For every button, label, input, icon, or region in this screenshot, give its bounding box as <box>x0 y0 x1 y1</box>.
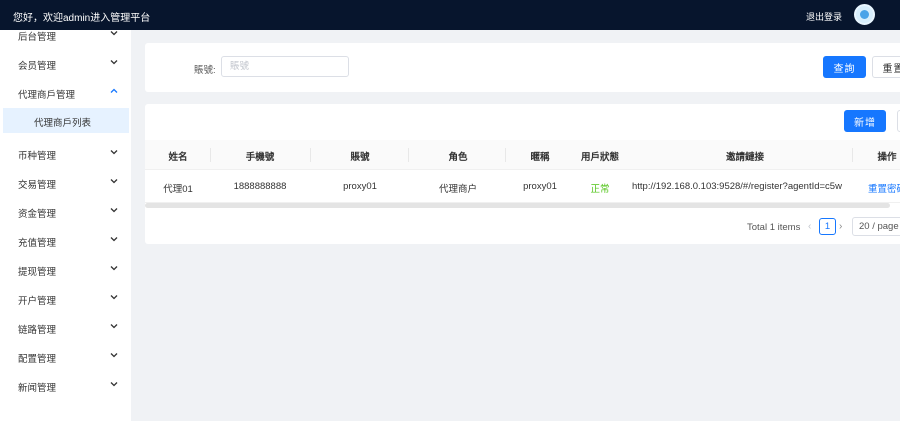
column-header-nickname: 暱稱 <box>530 152 550 163</box>
page-size-select[interactable]: 20 / page <box>852 217 900 236</box>
sidebar-item-members[interactable]: 会员管理 <box>0 52 131 76</box>
table-header: 姓名 手機號 賬號 角色 暱稱 用戶狀態 邀請鏈接 操作 <box>145 140 900 170</box>
cell-account: proxy01 <box>343 181 377 192</box>
sidebar-item-label: 链路管理 <box>18 325 57 336</box>
submenu-item-agent-list[interactable]: 代理商戶列表 <box>3 108 129 133</box>
add-button[interactable]: 新增 <box>844 110 886 132</box>
pagination-current-page[interactable]: 1 <box>819 218 836 235</box>
sidebar-item-label: 充值管理 <box>18 238 57 249</box>
chevron-down-icon <box>110 58 118 66</box>
pagination-total: Total 1 items <box>747 222 801 233</box>
table-row: 代理01 1888888888 proxy01 代理商户 proxy01 正常 … <box>145 171 900 203</box>
sidebar-item-account-open[interactable]: 开户管理 <box>0 287 131 311</box>
top-header-bar: 您好，欢迎admin进入管理平台 退出登录 <box>0 0 900 30</box>
sidebar-item-label: 配置管理 <box>18 354 57 365</box>
sidebar-item-label: 提现管理 <box>18 267 57 278</box>
chevron-down-icon <box>110 351 118 359</box>
sidebar-item-agents[interactable]: 代理商戶管理 <box>0 81 131 105</box>
sidebar-item-label: 会员管理 <box>18 61 57 72</box>
sidebar-item-currency[interactable]: 币种管理 <box>0 142 131 166</box>
column-header-action: 操作 <box>877 152 897 163</box>
sidebar-item-funds[interactable]: 资金管理 <box>0 200 131 224</box>
column-header-name: 姓名 <box>168 152 188 163</box>
cell-nickname: proxy01 <box>523 181 557 192</box>
chevron-down-icon <box>110 206 118 214</box>
sidebar-item-label: 开户管理 <box>18 296 57 307</box>
account-search-input[interactable] <box>221 56 349 77</box>
chevron-down-icon <box>110 177 118 185</box>
horizontal-scrollbar[interactable] <box>145 203 890 208</box>
welcome-message: 您好，欢迎admin进入管理平台 <box>13 13 151 24</box>
column-header-invite-link: 邀請鏈接 <box>725 152 764 163</box>
sidebar-item-backend[interactable]: 后台管理 <box>0 23 131 47</box>
cell-invite-link: http://192.168.0.103:9528/#/register?age… <box>632 181 842 192</box>
chevron-down-icon <box>110 29 118 37</box>
sidebar-item-config[interactable]: 配置管理 <box>0 345 131 369</box>
chevron-down-icon <box>110 235 118 243</box>
sidebar-item-recharge[interactable]: 充值管理 <box>0 229 131 253</box>
chevron-left-icon[interactable]: ‹ <box>808 221 818 233</box>
sidebar-item-links[interactable]: 链路管理 <box>0 316 131 340</box>
sidebar-item-label: 币种管理 <box>18 151 57 162</box>
sidebar-item-label: 交易管理 <box>18 180 57 191</box>
column-divider <box>852 148 853 162</box>
chevron-down-icon <box>110 322 118 330</box>
column-divider <box>310 148 311 162</box>
chevron-down-icon <box>110 264 118 272</box>
column-divider <box>505 148 506 162</box>
column-header-account: 賬號 <box>350 152 370 163</box>
cell-role: 代理商户 <box>438 184 477 195</box>
query-button[interactable]: 查詢 <box>823 56 866 78</box>
chevron-down-icon <box>110 293 118 301</box>
sidebar-item-withdraw[interactable]: 提现管理 <box>0 258 131 282</box>
logout-link[interactable]: 退出登录 <box>806 10 842 23</box>
sidebar-item-label: 资金管理 <box>18 209 57 220</box>
chevron-down-icon <box>110 380 118 388</box>
submenu-item-label: 代理商戶列表 <box>34 118 92 129</box>
chevron-up-icon <box>110 87 118 95</box>
reset-button[interactable]: 重置 <box>872 56 900 78</box>
chevron-right-icon[interactable]: › <box>839 221 849 233</box>
search-panel: 賬號: 查詢 重置 <box>145 43 900 92</box>
column-header-role: 角色 <box>448 152 468 163</box>
status-badge: 正常 <box>590 184 610 195</box>
column-divider <box>210 148 211 162</box>
reset-password-link[interactable]: 重置密碼 <box>868 181 900 195</box>
cell-name: 代理01 <box>163 184 193 195</box>
chevron-down-icon <box>110 148 118 156</box>
column-header-phone: 手機號 <box>245 152 275 163</box>
cell-phone: 1888888888 <box>233 181 287 192</box>
sidebar-item-label: 代理商戶管理 <box>18 90 76 101</box>
sidebar-item-trade[interactable]: 交易管理 <box>0 171 131 195</box>
sidebar-item-label: 新闻管理 <box>18 383 57 394</box>
column-header-status: 用戶狀態 <box>580 152 619 163</box>
sidebar-item-label: 后台管理 <box>18 32 57 43</box>
sidebar-menu: 后台管理 会员管理 代理商戶管理 代理商戶列表 币种管理 交易管理 资金管理 充… <box>0 30 131 421</box>
account-field-label: 賬號: <box>194 65 216 76</box>
user-avatar-icon[interactable] <box>854 4 875 25</box>
sidebar-item-news[interactable]: 新闻管理 <box>0 374 131 398</box>
table-panel: 新增 姓名 手機號 賬號 角色 暱稱 用戶狀態 邀請鏈接 操作 代理01 188… <box>145 104 900 244</box>
column-divider <box>408 148 409 162</box>
